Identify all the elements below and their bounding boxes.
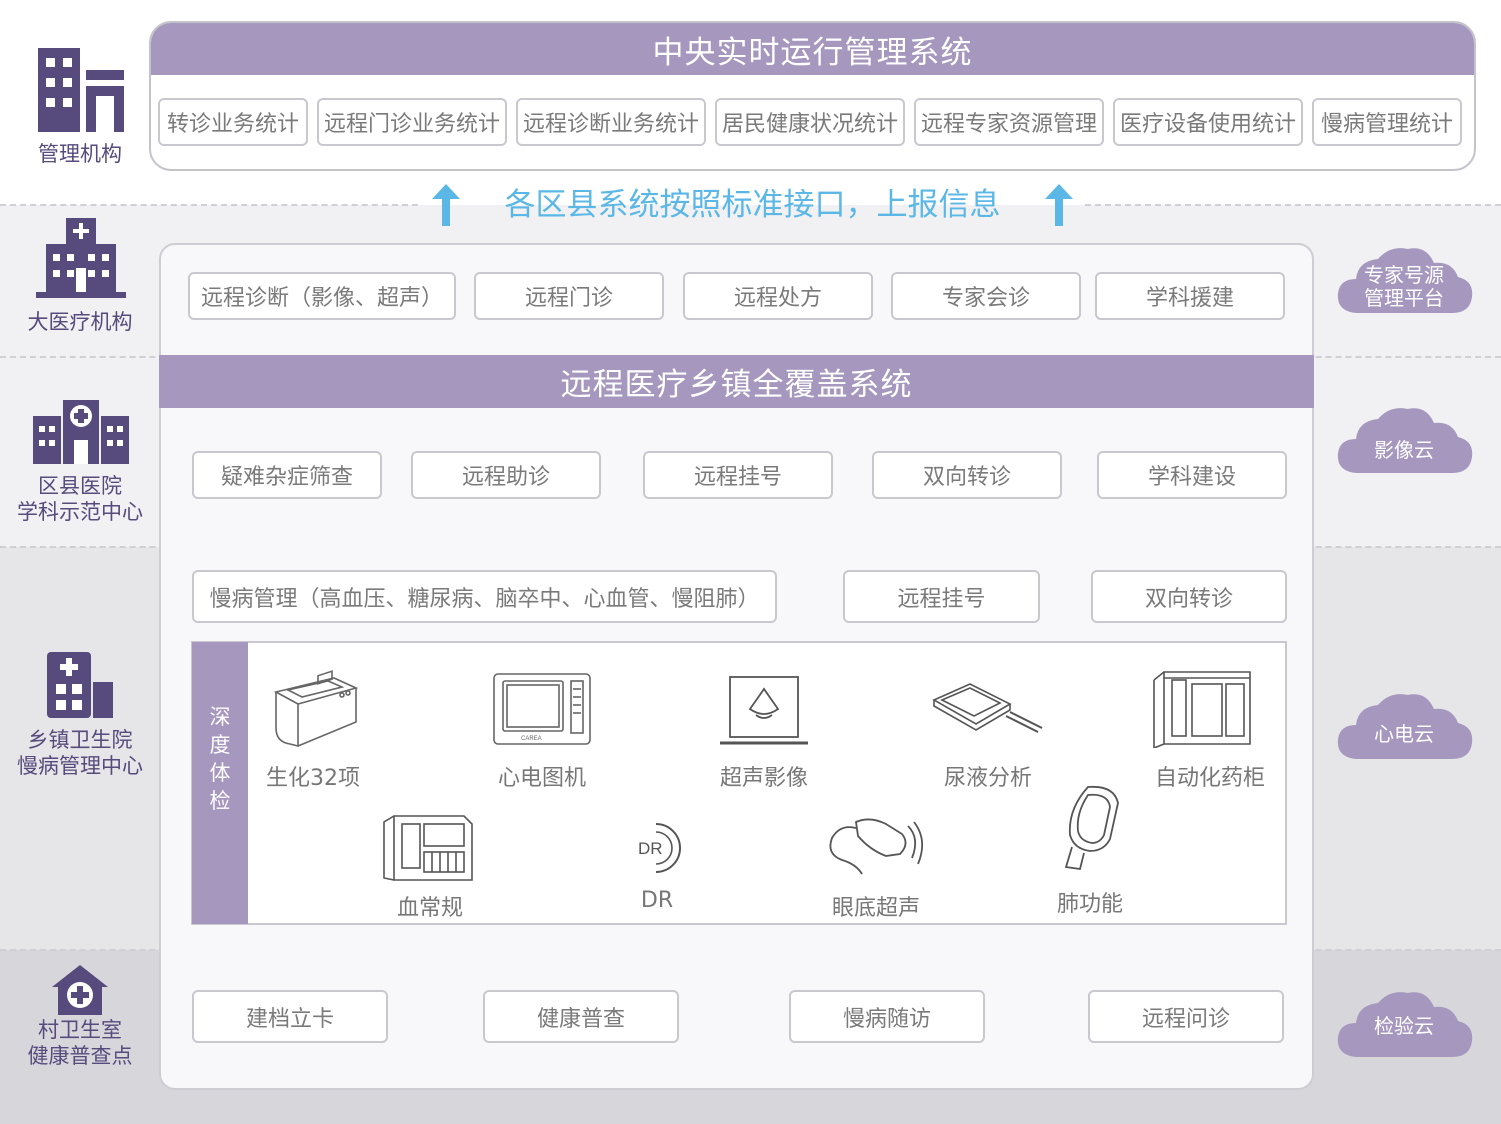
- service-remote-clinic[interactable]: 远程门诊: [474, 272, 664, 320]
- cloud-ecg[interactable]: 心电云: [1334, 689, 1474, 765]
- service-remote-assist[interactable]: 远程助诊: [411, 451, 601, 499]
- service-remote-registration[interactable]: 远程挂号: [643, 451, 833, 499]
- spirometer-icon: [1064, 785, 1119, 871]
- urine-analyzer-icon: [932, 683, 1043, 733]
- device-label: 超声影像: [719, 766, 808, 791]
- stat-item[interactable]: 远程专家资源管理: [914, 98, 1104, 146]
- office-building-icon: [38, 48, 124, 132]
- device-label: 尿液分析: [943, 766, 1032, 791]
- report-line-left: [0, 204, 418, 206]
- service-health-census[interactable]: 健康普查: [483, 990, 679, 1043]
- role-label-admin: 管理机构: [38, 142, 122, 166]
- stat-item[interactable]: 远程诊断业务统计: [516, 98, 706, 146]
- ultrasound-probe-icon: [829, 818, 924, 875]
- device-label: 心电图机: [497, 766, 586, 791]
- role-label-village-1: 村卫生室: [38, 1018, 122, 1042]
- stat-item[interactable]: 慢病管理统计: [1312, 98, 1462, 146]
- system-title: 远程医疗乡镇全覆盖系统: [159, 355, 1314, 408]
- service-two-way-referral[interactable]: 双向转诊: [872, 451, 1062, 499]
- stat-item[interactable]: 转诊业务统计: [158, 98, 308, 146]
- clinic-icon: [47, 652, 113, 718]
- arrow-up-icon: [1045, 184, 1073, 226]
- service-remote-registration[interactable]: 远程挂号: [843, 570, 1040, 623]
- service-discipline-building[interactable]: 学科建设: [1097, 451, 1287, 499]
- role-label-county-1: 区县医院: [38, 474, 122, 498]
- report-text: 各区县系统按照标准接口，上报信息: [504, 187, 1001, 223]
- hospital-icon: [36, 218, 126, 298]
- role-label-township-2: 慢病管理中心: [17, 754, 143, 778]
- svg-text:CAREA: CAREA: [521, 736, 542, 742]
- medicine-cabinet-icon: [1153, 671, 1251, 748]
- stat-item[interactable]: 远程门诊业务统计: [317, 98, 507, 146]
- cloud-laboratory[interactable]: 检验云: [1334, 987, 1474, 1063]
- county-hospital-icon: [33, 400, 129, 464]
- central-system-title: 中央实时运行管理系统: [151, 23, 1474, 75]
- central-system-panel: 中央实时运行管理系统: [149, 21, 1476, 171]
- device-label: 自动化药柜: [1154, 766, 1265, 791]
- service-remote-prescription[interactable]: 远程处方: [683, 272, 873, 320]
- ultrasound-laptop-icon: [720, 676, 808, 745]
- device-label: 生化32项: [266, 766, 360, 791]
- service-expert-consultation[interactable]: 专家会诊: [891, 272, 1081, 320]
- role-label-large-hospital: 大医疗机构: [27, 310, 133, 334]
- blood-analyzer-icon: [383, 815, 473, 881]
- device-label: 血常规: [396, 896, 463, 921]
- stat-item[interactable]: 居民健康状况统计: [715, 98, 905, 146]
- service-two-way-referral[interactable]: 双向转诊: [1091, 570, 1287, 623]
- role-label-township-1: 乡镇卫生院: [27, 728, 133, 752]
- device-label: 眼底超声: [831, 896, 920, 921]
- role-label-county-2: 学科示范中心: [17, 500, 143, 524]
- role-label-village-2: 健康普查点: [27, 1044, 133, 1068]
- service-remote-diagnosis[interactable]: 远程诊断（影像、超声）: [188, 272, 456, 320]
- service-difficult-screening[interactable]: 疑难杂症筛查: [192, 451, 382, 499]
- stat-item[interactable]: 医疗设备使用统计: [1113, 98, 1303, 146]
- cloud-imaging[interactable]: 影像云: [1334, 403, 1474, 479]
- service-remote-inquiry[interactable]: 远程问诊: [1088, 990, 1284, 1043]
- dr-icon-text: DR: [638, 839, 663, 858]
- ecg-machine-icon: CAREA: [493, 673, 591, 745]
- service-chronic-management[interactable]: 慢病管理（高血压、糖尿病、脑卒中、心血管、慢阻肺）: [192, 570, 777, 623]
- device-label: 肺功能: [1056, 892, 1123, 917]
- biochemistry-analyzer-icon: [273, 670, 359, 748]
- village-clinic-icon: [52, 965, 108, 1015]
- arrow-up-icon: [432, 184, 460, 226]
- service-archive-card[interactable]: 建档立卡: [192, 990, 388, 1043]
- report-line-right: [1085, 204, 1501, 206]
- device-label: DR: [640, 888, 674, 913]
- cloud-expert-source-platform[interactable]: 专家号源 管理平台: [1334, 243, 1474, 319]
- dr-icon: DR: [638, 823, 681, 873]
- service-chronic-followup[interactable]: 慢病随访: [789, 990, 985, 1043]
- service-discipline-support[interactable]: 学科援建: [1095, 272, 1285, 320]
- deep-exam-label: 深 度 体 检: [209, 705, 231, 813]
